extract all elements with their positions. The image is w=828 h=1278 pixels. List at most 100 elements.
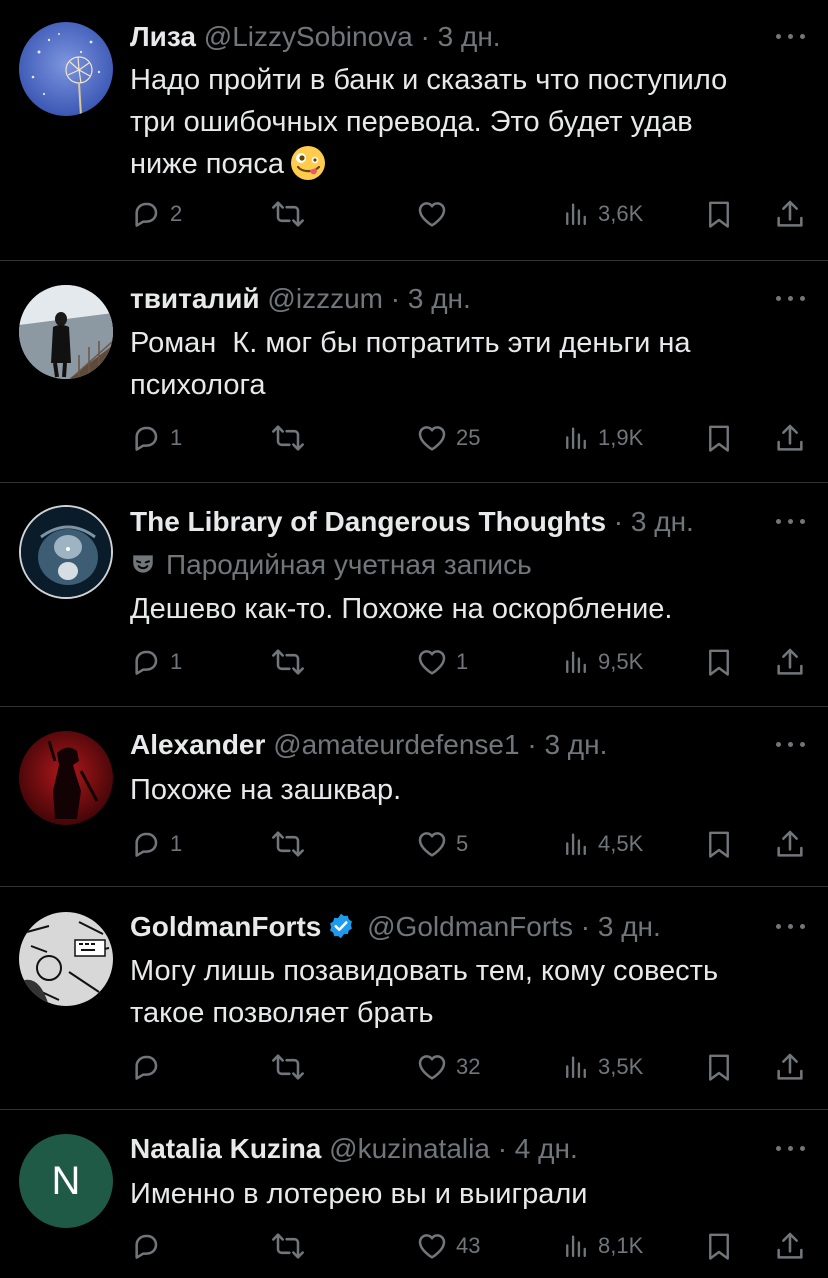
bookmark-button[interactable]: [704, 1226, 734, 1266]
author-handle[interactable]: @amateurdefense1: [273, 729, 519, 760]
reply-tweet-lizzy[interactable]: Лиза @LizzySobinova · 3 дн. Надо пройти …: [0, 0, 828, 260]
views-button[interactable]: 1,9K: [562, 418, 643, 458]
share-button[interactable]: [774, 642, 806, 682]
like-button[interactable]: 25: [416, 418, 480, 458]
retweet-button[interactable]: [272, 824, 312, 864]
author-handle[interactable]: @LizzySobinova: [204, 21, 413, 52]
author-name[interactable]: твиталий: [130, 283, 260, 314]
reply-tweet-alexander[interactable]: Alexander @amateurdefense1 · 3 дн. Похож…: [0, 707, 828, 886]
retweet-button[interactable]: [272, 1047, 312, 1087]
views-button[interactable]: 3,5K: [562, 1047, 643, 1087]
reply-button[interactable]: 1: [130, 642, 182, 682]
retweet-icon: [272, 646, 304, 678]
retweet-button[interactable]: [272, 418, 312, 458]
like-button[interactable]: 43: [416, 1226, 480, 1266]
tweet-text: Именно в лотерею вы и выиграли: [130, 1178, 588, 1210]
more-icon[interactable]: [774, 732, 808, 756]
views-icon: [562, 1051, 590, 1083]
like-button[interactable]: 1: [416, 642, 468, 682]
like-count: 25: [456, 425, 481, 450]
reply-icon: [130, 828, 162, 860]
avatar[interactable]: [19, 912, 113, 1006]
reply-tweet-library[interactable]: The Library of Dangerous Thoughts · 3 дн…: [0, 483, 828, 706]
views-button[interactable]: 4,5K: [562, 824, 643, 864]
views-count: 9,5K: [598, 649, 644, 674]
avatar[interactable]: [19, 285, 113, 379]
views-count: 4,5K: [598, 831, 644, 856]
avatar[interactable]: [19, 505, 113, 599]
like-button[interactable]: [416, 194, 456, 234]
reply-tweet-izzzum[interactable]: твиталий @izzzum · 3 дн. Роман К. мог бы…: [0, 261, 828, 482]
reply-icon: [130, 422, 162, 454]
author-handle[interactable]: @GoldmanForts: [367, 911, 573, 942]
author-name[interactable]: GoldmanForts: [130, 911, 321, 942]
separator-dot: ·: [527, 729, 537, 760]
reply-count: 2: [170, 201, 183, 226]
share-icon: [774, 646, 806, 678]
bookmark-button[interactable]: [704, 418, 734, 458]
more-icon[interactable]: [774, 509, 808, 533]
timestamp[interactable]: 3 дн.: [598, 911, 661, 942]
author-name[interactable]: Natalia Kuzina: [130, 1133, 321, 1164]
bookmark-button[interactable]: [704, 194, 734, 234]
more-icon[interactable]: [774, 1136, 808, 1160]
separator-dot: ·: [580, 911, 591, 942]
reply-icon: [130, 198, 162, 230]
avatar[interactable]: N: [19, 1134, 113, 1228]
like-button[interactable]: 5: [416, 824, 468, 864]
tweet-text: Похоже на зашквар.: [130, 774, 402, 806]
avatar[interactable]: [19, 731, 113, 825]
heart-icon: [416, 198, 448, 230]
retweet-button[interactable]: [272, 1226, 312, 1266]
reply-button[interactable]: 1: [130, 824, 182, 864]
action-bar: 1 1 9,5K: [130, 642, 810, 682]
retweet-icon: [272, 1051, 304, 1083]
author-name[interactable]: The Library of Dangerous Thoughts: [130, 506, 606, 537]
bookmark-icon: [704, 1051, 734, 1083]
bookmark-icon: [704, 198, 734, 230]
verified-badge-icon[interactable]: [327, 911, 355, 947]
bookmark-button[interactable]: [704, 642, 734, 682]
tweet-header: Alexander @amateurdefense1 · 3 дн.: [130, 725, 738, 765]
share-button[interactable]: [774, 824, 806, 864]
timestamp[interactable]: 4 дн.: [515, 1133, 578, 1164]
more-icon[interactable]: [774, 24, 808, 48]
bookmark-button[interactable]: [704, 824, 734, 864]
avatar[interactable]: [19, 22, 113, 116]
bookmark-button[interactable]: [704, 1047, 734, 1087]
author-handle[interactable]: @izzzum: [267, 283, 383, 314]
author-name[interactable]: Alexander: [130, 729, 265, 760]
views-button[interactable]: 3,6K: [562, 194, 643, 234]
reply-button[interactable]: 1: [130, 418, 182, 458]
reply-tweet-goldmanforts[interactable]: GoldmanForts @GoldmanForts · 3 дн. Могу …: [0, 887, 828, 1109]
retweet-button[interactable]: [272, 642, 312, 682]
reply-button[interactable]: 2: [130, 194, 182, 234]
share-button[interactable]: [774, 194, 806, 234]
heart-icon: [416, 1051, 448, 1083]
parody-mask-icon: [133, 555, 153, 573]
reply-button[interactable]: [130, 1047, 170, 1087]
timestamp[interactable]: 3 дн.: [544, 729, 607, 760]
like-count: 32: [456, 1054, 481, 1079]
timestamp[interactable]: 3 дн.: [408, 283, 471, 314]
more-icon[interactable]: [774, 286, 808, 310]
timestamp[interactable]: 3 дн.: [631, 506, 694, 537]
share-icon: [774, 828, 806, 860]
reply-tweet-natalia[interactable]: N Natalia Kuzina @kuzinatalia · 4 дн. Им…: [0, 1110, 828, 1278]
separator-dot: ·: [613, 506, 624, 537]
views-button[interactable]: 8,1K: [562, 1226, 643, 1266]
views-icon: [562, 1230, 590, 1262]
share-button[interactable]: [774, 1226, 806, 1266]
author-handle[interactable]: @kuzinatalia: [329, 1133, 490, 1164]
timestamp[interactable]: 3 дн.: [438, 21, 501, 52]
reply-button[interactable]: [130, 1226, 170, 1266]
views-button[interactable]: 9,5K: [562, 642, 643, 682]
retweet-button[interactable]: [272, 194, 312, 234]
share-button[interactable]: [774, 418, 806, 458]
more-icon[interactable]: [774, 914, 808, 938]
views-count: 8,1K: [598, 1233, 644, 1258]
author-name[interactable]: Лиза: [130, 21, 196, 52]
like-button[interactable]: 32: [416, 1047, 480, 1087]
share-button[interactable]: [774, 1047, 806, 1087]
reply-icon: [130, 1230, 162, 1262]
